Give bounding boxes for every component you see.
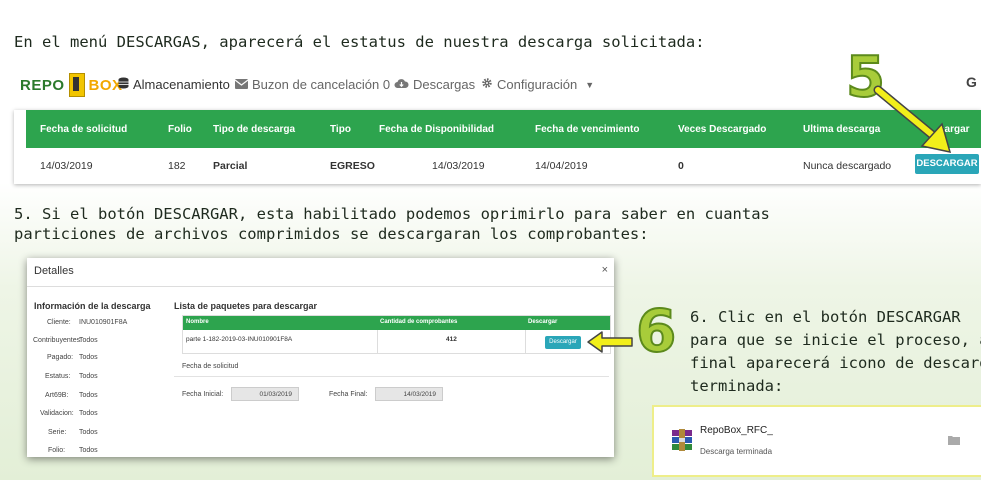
arrow-to-package-button-icon	[587, 331, 633, 353]
top-navbar: REPO BOX Almacenamiento Buzon de cancela…	[14, 68, 981, 104]
cell-veces: 0	[678, 160, 684, 172]
cloud-download-icon	[394, 78, 409, 92]
download-filename: RepoBox_RFC_	[700, 425, 773, 436]
field-label: Validacion:	[40, 410, 74, 417]
arrow-to-descargar-icon	[873, 85, 952, 153]
field-label: Art69B:	[45, 392, 69, 399]
cell-tipo: EGRESO	[330, 160, 375, 172]
nav-partial-item[interactable]: G	[966, 74, 977, 90]
descargar-button[interactable]: DESCARGAR	[915, 154, 979, 174]
field-label: Folio:	[48, 447, 66, 454]
column-divider	[525, 330, 526, 353]
folder-icon[interactable]	[948, 435, 960, 445]
col-fecha-solicitud: Fecha de solicitud	[40, 124, 128, 135]
col-tipo: Tipo	[330, 124, 351, 135]
field-value: Todos	[79, 337, 98, 344]
field-value: INU010901F8A	[79, 319, 128, 326]
logo-box-icon	[68, 73, 85, 97]
nav-almacenamiento[interactable]: Almacenamiento	[118, 77, 230, 92]
packages-section-title: Lista de paquetes para descargar	[174, 301, 318, 311]
download-status: Descarga terminada	[700, 447, 773, 456]
fecha-solicitud-label: Fecha de solicitud	[182, 363, 239, 370]
field-value: Todos	[79, 354, 98, 361]
field-label: Estatus:	[45, 373, 71, 380]
modal-divider	[27, 286, 614, 287]
step6-text-line-2: para que se inicie el proceso, al	[690, 331, 981, 349]
col-nombre: Nombre	[186, 319, 209, 325]
step6-text-line-4: terminada:	[690, 377, 784, 395]
caret-down-icon: ▼	[585, 79, 595, 90]
packages-table-header: Nombre Cantidad de comprobantes Descarga…	[183, 316, 610, 330]
column-divider	[377, 330, 378, 353]
info-section-title: Información de la descarga	[34, 301, 151, 311]
instruction-line-1: En el menú DESCARGAS, aparecerá el estat…	[14, 33, 705, 51]
winrar-archive-icon	[672, 429, 692, 451]
download-complete-notification[interactable]: RepoBox_RFC_ Descarga terminada	[652, 405, 981, 477]
downloads-table-header: Fecha de solicitud Folio Tipo de descarg…	[26, 110, 981, 148]
database-icon	[118, 77, 129, 92]
cell-tipo-descarga: Parcial	[213, 160, 248, 172]
field-value: Todos	[79, 373, 98, 380]
nav-buzon-label: Buzon de cancelación 0	[252, 77, 391, 92]
cell-folio: 182	[168, 160, 186, 172]
field-label: Contribuyentes:	[33, 337, 83, 344]
col-cantidad: Cantidad de comprobantes	[380, 319, 458, 325]
step6-text-line-3: final aparecerá icono de descarga	[690, 354, 981, 372]
logo-text-repo: REPO	[20, 76, 65, 94]
fecha-inicial-input[interactable]: 01/03/2019	[231, 387, 299, 401]
nav-almacenamiento-label: Almacenamiento	[133, 77, 230, 92]
details-modal: Detalles × Información de la descarga Cl…	[27, 258, 614, 457]
nav-buzon[interactable]: Buzon de cancelación 0	[234, 77, 391, 92]
modal-title: Detalles	[34, 265, 74, 277]
nav-descargas[interactable]: Descargas	[394, 77, 475, 92]
col-fecha-vencimiento: Fecha de vencimiento	[535, 124, 640, 135]
field-label: Pagado:	[47, 354, 74, 361]
field-label: Serie:	[48, 429, 67, 436]
downloads-table: Fecha de solicitud Folio Tipo de descarg…	[14, 110, 981, 184]
col-fecha-disponibilidad: Fecha de Disponibilidad	[379, 124, 495, 135]
fecha-inicial-label: Fecha Inicial:	[182, 391, 224, 398]
section-divider	[174, 376, 609, 377]
package-count: 412	[446, 336, 457, 343]
repobox-logo[interactable]: REPO BOX	[20, 72, 123, 98]
callout-number-6: 6	[635, 297, 677, 365]
cell-fecha-disponibilidad: 14/03/2019	[432, 160, 485, 172]
col-descargar: Descargar	[528, 319, 558, 325]
nav-configuracion-label: Configuración	[497, 77, 578, 92]
step5-text-line-1: 5. Si el botón DESCARGAR, esta habilitad…	[14, 205, 770, 223]
cell-fecha-solicitud: 14/03/2019	[40, 160, 93, 172]
field-value: Todos	[79, 410, 98, 417]
envelope-icon	[234, 78, 249, 92]
nav-configuracion[interactable]: Configuración ▼	[481, 77, 594, 92]
field-value: Todos	[79, 392, 98, 399]
col-ultima-descarga: Ultima descarga	[803, 124, 881, 135]
cell-ultima-descarga: Nunca descargado	[803, 160, 892, 172]
fecha-final-label: Fecha Final:	[329, 391, 368, 398]
package-descargar-button[interactable]: Descargar	[545, 336, 581, 349]
step5-text-line-2: particiones de archivos comprimidos se d…	[14, 225, 649, 243]
cell-fecha-vencimiento: 14/04/2019	[535, 160, 588, 172]
package-name: parte 1-182-2019-03-INU010901F8A	[186, 336, 293, 343]
packages-table: Nombre Cantidad de comprobantes Descarga…	[182, 315, 611, 354]
step6-text-line-1: 6. Clic en el botón DESCARGAR	[690, 308, 961, 326]
col-veces-descargado: Veces Descargado	[678, 124, 767, 135]
gear-icon	[481, 77, 493, 92]
field-value: Todos	[79, 447, 98, 454]
fecha-final-input[interactable]: 14/03/2019	[375, 387, 443, 401]
col-tipo-descarga: Tipo de descarga	[213, 124, 296, 135]
close-icon[interactable]: ×	[602, 264, 608, 276]
field-label: Cliente:	[47, 319, 71, 326]
col-folio: Folio	[168, 124, 192, 135]
nav-descargas-label: Descargas	[413, 77, 476, 92]
field-value: Todos	[79, 429, 98, 436]
